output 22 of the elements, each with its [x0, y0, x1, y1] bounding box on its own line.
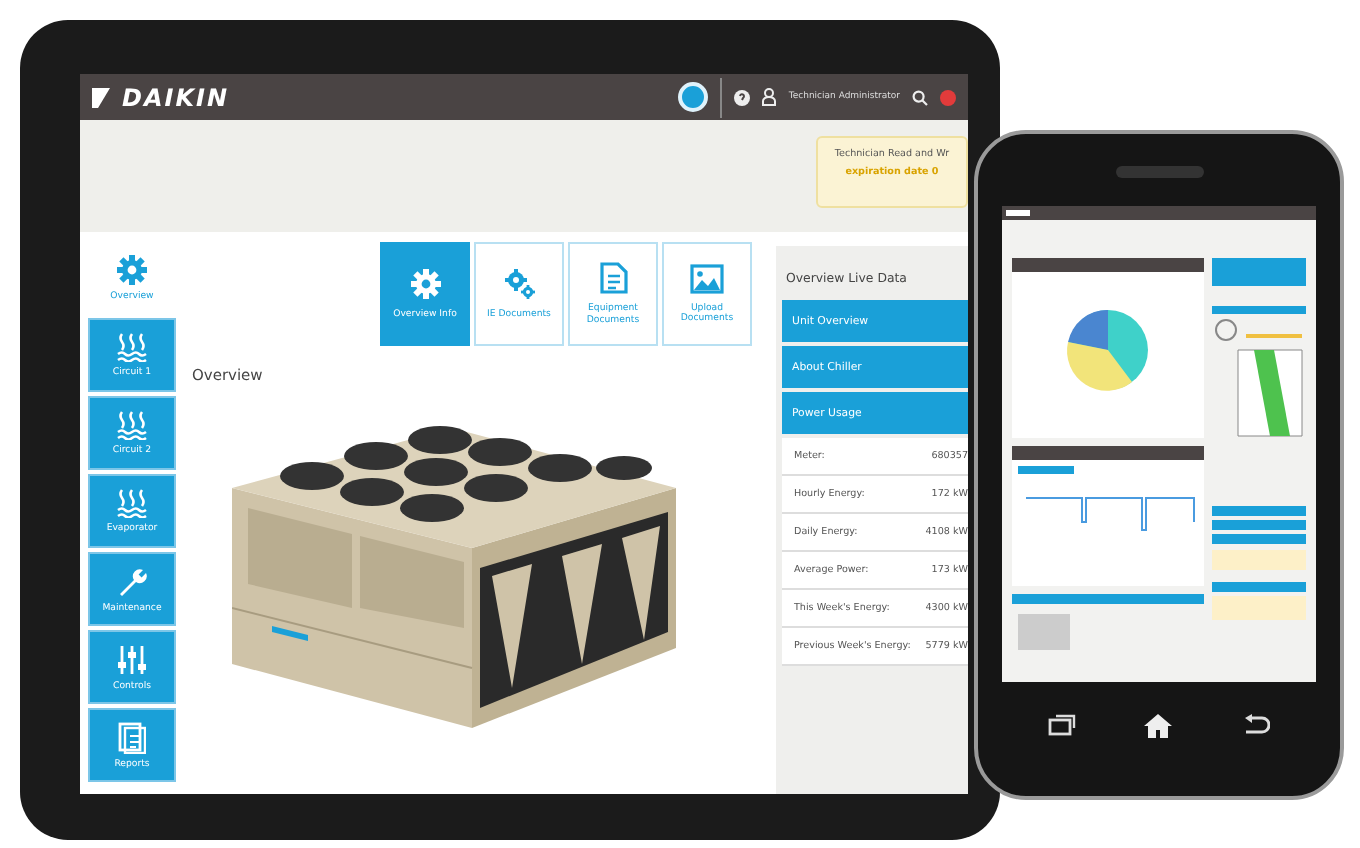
image-icon	[690, 263, 724, 293]
heat-waves-icon	[116, 332, 148, 362]
document-icon	[599, 262, 627, 294]
wrench-icon	[116, 565, 148, 597]
gears-icon	[503, 267, 535, 300]
user-icon[interactable]	[762, 88, 777, 106]
phone-speaker	[1115, 166, 1203, 178]
search-icon[interactable]	[912, 89, 928, 105]
gear-icon	[409, 267, 441, 300]
ie-badge-icon[interactable]	[678, 82, 709, 112]
logo-text: DAIKIN	[122, 83, 230, 111]
recent-apps-icon[interactable]	[1048, 714, 1077, 736]
heat-waves-icon	[116, 488, 148, 518]
back-icon[interactable]	[1241, 714, 1270, 736]
help-icon[interactable]	[734, 89, 751, 105]
report-icon	[118, 721, 146, 753]
heat-waves-icon	[116, 410, 148, 440]
sliders-icon	[116, 643, 148, 675]
home-icon[interactable]	[1144, 714, 1173, 738]
notification-dot-icon[interactable]	[940, 89, 956, 105]
logo-mark-icon	[92, 87, 110, 107]
gear-icon	[116, 253, 148, 285]
